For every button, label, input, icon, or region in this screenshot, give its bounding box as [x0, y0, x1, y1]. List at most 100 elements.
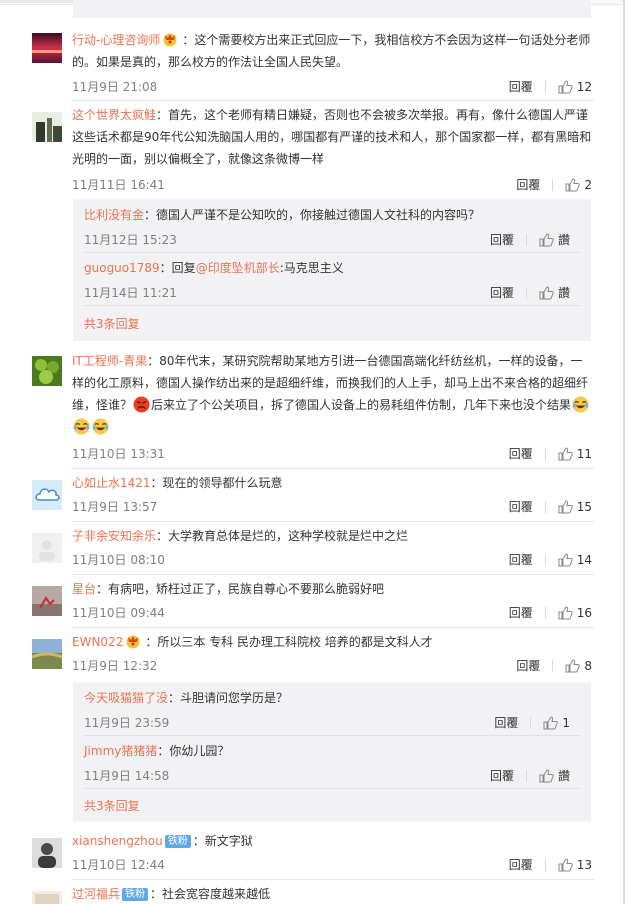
thumb-up-icon — [565, 177, 581, 191]
more-replies-link[interactable]: 共3条回复 — [84, 797, 140, 814]
reply-button[interactable]: 回覆 — [509, 445, 533, 462]
like-button[interactable]: 16 — [558, 606, 592, 620]
username-link[interactable]: 过河福兵 — [72, 887, 120, 901]
username-link[interactable]: 比利没有金 — [84, 208, 144, 222]
comment-text: 子非余安知余乐：大学教育总体是烂的，这种学校就是烂中之烂 — [72, 529, 409, 543]
more-replies-link[interactable]: 共3条回复 — [84, 315, 140, 332]
comment-time: 11月9日 12:32 — [72, 659, 158, 673]
username-link[interactable]: guoguo1789 — [84, 261, 160, 275]
fan-badge: 铁粉 — [164, 835, 191, 848]
thumb-up-icon — [539, 768, 554, 782]
comment-actions: 回覆 8 — [516, 657, 592, 674]
reply-button[interactable]: 回覆 — [509, 604, 533, 621]
thumb-up-icon — [558, 446, 573, 460]
reply-button[interactable]: 回覆 — [509, 856, 533, 873]
like-button[interactable]: 13 — [558, 858, 592, 872]
comment-time: 11月11日 16:41 — [72, 178, 165, 192]
thumb-up-icon — [539, 285, 554, 299]
reply-thread: 比利没有金：德国人严谨不是公知吹的，你接触过德国人文社科的内容吗？ 11月12日… — [73, 199, 591, 341]
reply-button[interactable]: 回覆 — [490, 231, 514, 248]
like-button[interactable]: 12 — [558, 80, 592, 94]
comment-text: EWN022 ：所以三本 专科 民办理工科院校 培养的都是文科人才 — [72, 635, 433, 649]
reply-time: 11月9日 14:58 — [84, 769, 170, 783]
reply-actions: 回覆 讚 — [490, 767, 570, 784]
comment-text: 行动-心理咨询师 ：这个需要校方出来正式回应一下，我相信校方不会因为这样一句话处分… — [72, 33, 591, 69]
comment-time: 11月10日 12:44 — [72, 858, 165, 872]
crown-icon — [163, 33, 177, 47]
divider — [84, 305, 580, 306]
username-link[interactable]: 今天吸猫猫了没 — [84, 691, 168, 705]
comment-time: 11月9日 21:08 — [72, 80, 158, 94]
reply-button[interactable]: 回覆 — [494, 714, 518, 731]
comment-text: IT工程师-青果：80年代末，某研究院帮助某地方引进一台德国高端化纤纺丝机，一样… — [72, 350, 594, 438]
avatar[interactable] — [32, 533, 62, 563]
comment-actions: 回覆 14 — [509, 551, 592, 568]
comment-actions: 回覆 15 — [509, 498, 592, 515]
thumb-up-icon — [558, 857, 573, 871]
comment-text: 过河福兵 铁粉 ：社会宽容度越来越低 — [72, 887, 271, 901]
reply-text: 今天吸猫猫了没：斗胆请问您学历是？ — [84, 691, 289, 705]
avatar[interactable] — [32, 891, 62, 904]
comment-actions: 回覆 13 — [509, 856, 592, 873]
comment-text: 星台：有病吧，矫枉过正了，民族自尊心不要那么脆弱好吧 — [72, 582, 385, 596]
username-link[interactable]: 星台 — [72, 582, 96, 596]
reply-button[interactable]: 回覆 — [509, 551, 533, 568]
reply-time: 11月14日 11:21 — [84, 286, 177, 300]
avatar[interactable] — [32, 586, 62, 616]
username-link[interactable]: 这个世界太疯鲑 — [72, 108, 156, 122]
reply-time: 11月12日 15:23 — [84, 233, 177, 247]
reply-time: 11月9日 23:59 — [84, 716, 170, 730]
divider — [72, 574, 594, 575]
like-button[interactable]: 讚 — [539, 231, 570, 248]
comment-text: 心如止水1421：现在的领导都什么玩意 — [72, 476, 283, 490]
username-link[interactable]: IT工程师-青果 — [72, 354, 147, 368]
thumb-up-icon — [565, 658, 581, 672]
fan-badge: 铁粉 — [122, 888, 149, 901]
like-button[interactable]: 讚 — [539, 284, 570, 301]
divider — [72, 521, 594, 522]
thumb-up-icon — [558, 79, 573, 93]
username-link[interactable]: 行动-心理咨询师 — [72, 33, 160, 47]
thumb-up-icon — [558, 499, 573, 513]
divider — [72, 100, 594, 101]
like-button[interactable]: 15 — [558, 500, 592, 514]
avatar[interactable] — [32, 33, 62, 63]
username-link[interactable]: Jimmy猪猪猪 — [84, 744, 157, 758]
reply-button[interactable]: 回覆 — [490, 767, 514, 784]
avatar[interactable] — [32, 838, 62, 868]
avatar[interactable] — [32, 356, 62, 386]
divider — [84, 788, 580, 789]
avatar[interactable] — [32, 639, 62, 669]
thumb-up-icon — [558, 552, 573, 566]
comment-time: 11月10日 13:31 — [72, 447, 165, 461]
avatar[interactable] — [32, 112, 62, 142]
like-button[interactable]: 讚 — [539, 767, 570, 784]
like-button[interactable]: 1 — [543, 716, 570, 730]
mention-link[interactable]: @印度坠机部长 — [196, 261, 280, 275]
comment-actions: 回覆 12 — [509, 78, 592, 95]
reply-actions: 回覆 1 — [494, 714, 570, 731]
username-link[interactable]: EWN022 — [72, 635, 123, 649]
reply-button[interactable]: 回覆 — [509, 78, 533, 95]
comment-time: 11月10日 09:44 — [72, 606, 165, 620]
reply-button[interactable]: 回覆 — [516, 657, 540, 674]
username-link[interactable]: xianshengzhou — [72, 834, 163, 848]
username-link[interactable]: 子非余安知余乐 — [72, 529, 156, 543]
divider — [84, 735, 580, 736]
reply-thread: 今天吸猫猫了没：斗胆请问您学历是？ 11月9日 23:59 回覆 1 Jimmy… — [73, 682, 591, 822]
avatar[interactable] — [32, 480, 62, 510]
like-button[interactable]: 2 — [565, 178, 592, 192]
like-button[interactable]: 14 — [558, 553, 592, 567]
reply-button[interactable]: 回覆 — [509, 498, 533, 515]
like-button[interactable]: 8 — [565, 659, 592, 673]
previous-reply-box — [73, 0, 591, 18]
reply-text: guoguo1789：回复@印度坠机部长:马克思主义 — [84, 261, 344, 275]
comment-text: xianshengzhou 铁粉 ：新文字狱 — [72, 834, 253, 848]
reply-button[interactable]: 回覆 — [490, 284, 514, 301]
divider — [72, 468, 594, 469]
reply-button[interactable]: 回覆 — [516, 176, 540, 193]
comment-feed: 行动-心理咨询师 ：这个需要校方出来正式回应一下，我相信校方不会因为这样一句话处分… — [0, 0, 625, 904]
like-button[interactable]: 11 — [558, 447, 592, 461]
comment-actions: 回覆 2 — [516, 176, 592, 193]
username-link[interactable]: 心如止水1421 — [72, 476, 151, 490]
